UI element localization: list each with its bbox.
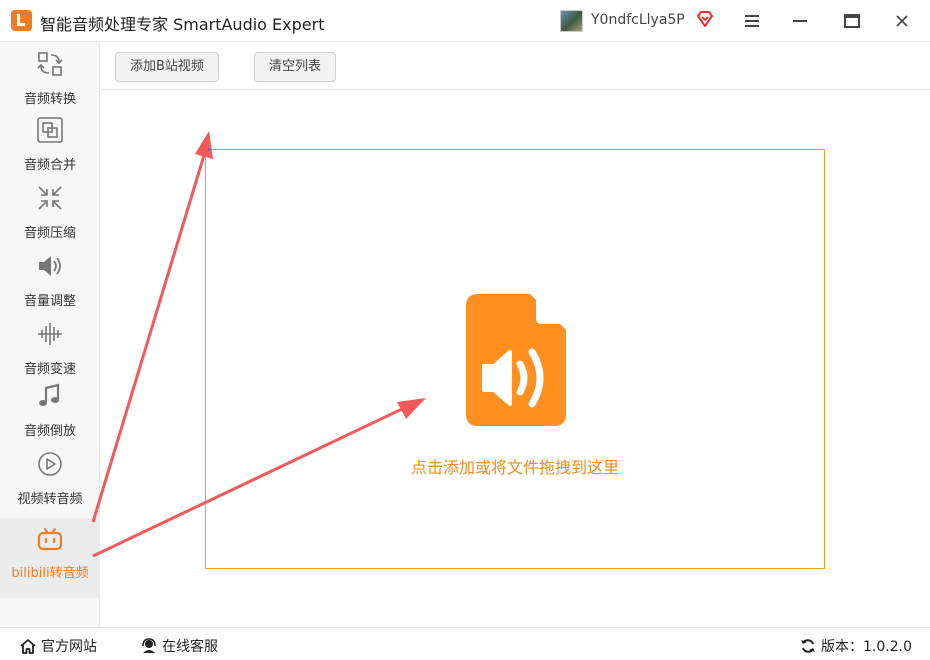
sidebar-item-label: 音频压缩 — [23, 226, 76, 241]
customer-service-icon — [142, 638, 156, 653]
maximize-icon — [844, 14, 860, 28]
video-to-audio-icon — [38, 452, 62, 476]
home-icon — [20, 638, 36, 654]
sidebar-item-volume-adjust[interactable]: 音量调整 — [0, 244, 100, 310]
online-support-link[interactable]: 在线客服 — [141, 636, 218, 656]
username[interactable]: Y0ndfcLlya5P — [591, 12, 685, 28]
sidebar-item-audio-merge[interactable]: 音频合并 — [0, 108, 100, 174]
drop-hint-text[interactable]: 点击添加或将文件拖拽到这里 — [206, 454, 824, 478]
online-support-label: 在线客服 — [162, 639, 218, 655]
arrow-to-add-button — [91, 131, 213, 523]
official-website-link[interactable]: 官方网站 — [20, 636, 97, 656]
volume-icon — [39, 256, 61, 276]
sidebar-item-audio-speed[interactable]: 音频变速 — [0, 312, 100, 378]
app-logo-icon — [11, 10, 32, 31]
minimize-icon — [793, 20, 807, 22]
compress-icon — [38, 186, 62, 210]
sidebar-item-bilibili-to-audio[interactable]: bilibili转音频 — [0, 518, 100, 598]
toolbar: 添加B站视频 清空列表 — [101, 42, 930, 90]
sidebar-item-video-to-audio[interactable]: 视频转音频 — [0, 442, 100, 508]
version-label: 版本：1.0.2.0 — [821, 639, 912, 655]
app-title: 智能音频处理专家 SmartAudio Expert — [40, 15, 325, 34]
footer: 官方网站 在线客服 版本：1.0.2.0 — [0, 627, 930, 660]
sidebar-item-label: 音量调整 — [23, 294, 76, 309]
audio-file-icon — [466, 294, 566, 426]
sidebar-item-label: 音频转换 — [23, 92, 76, 107]
sidebar-item-label: bilibili转音频 — [11, 566, 89, 581]
close-icon — [896, 15, 908, 27]
file-drop-zone[interactable]: 点击添加或将文件拖拽到这里 — [205, 149, 825, 569]
official-website-label: 官方网站 — [41, 639, 97, 655]
avatar[interactable] — [560, 10, 583, 32]
sidebar-item-label: 音频合并 — [23, 158, 76, 173]
minimize-button[interactable] — [780, 6, 820, 36]
menu-button[interactable] — [732, 6, 772, 36]
hamburger-icon — [745, 15, 759, 27]
sidebar-item-label: 音频倒放 — [23, 424, 76, 439]
sidebar-item-audio-reverse[interactable]: 音频倒放 — [0, 374, 100, 440]
sidebar-item-label: 视频转音频 — [17, 492, 83, 507]
maximize-button[interactable] — [832, 6, 872, 36]
sidebar-item-audio-compress[interactable]: 音频压缩 — [0, 176, 100, 242]
vip-diamond-icon[interactable] — [696, 11, 714, 27]
clear-list-button[interactable]: 清空列表 — [254, 52, 337, 82]
version-info[interactable]: 版本：1.0.2.0 — [800, 636, 912, 656]
speed-icon — [38, 323, 62, 345]
bilibili-icon — [37, 528, 63, 551]
sidebar-item-audio-convert[interactable]: 音频转换 — [0, 42, 100, 108]
close-button[interactable] — [882, 6, 922, 36]
reverse-icon — [39, 383, 60, 406]
sidebar: 音频转换 音频合并 音频压缩 音量调整 音频变速 音频倒放 视频转音频 bili… — [0, 42, 100, 627]
convert-icon — [37, 52, 63, 76]
add-bilibili-video-button[interactable]: 添加B站视频 — [115, 52, 219, 82]
refresh-icon — [801, 639, 815, 653]
merge-icon — [37, 117, 63, 143]
title-bar: 智能音频处理专家 SmartAudio Expert Y0ndfcLlya5P — [0, 0, 930, 42]
